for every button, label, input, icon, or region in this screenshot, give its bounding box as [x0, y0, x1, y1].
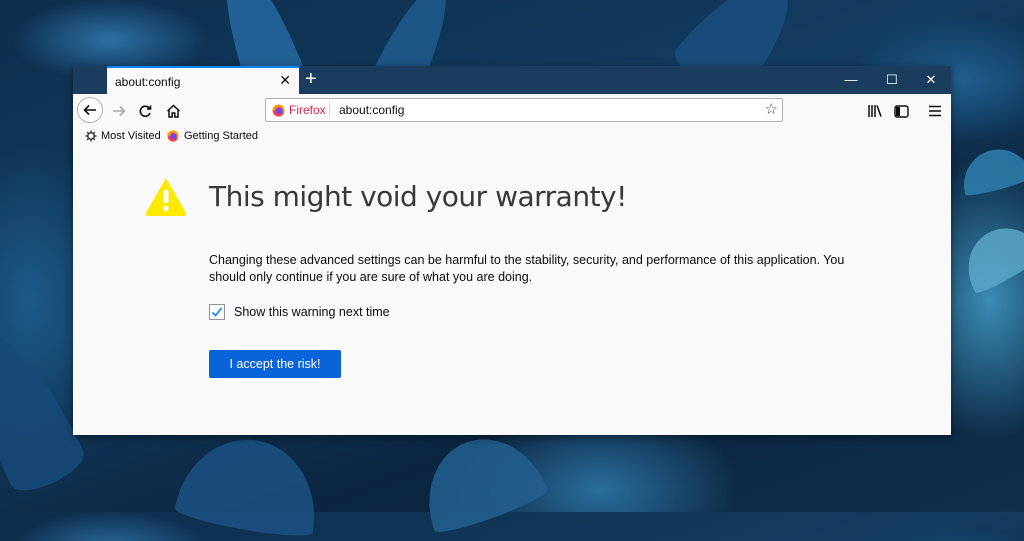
- checkmark-icon: [211, 307, 223, 317]
- firefox-icon: [167, 130, 179, 142]
- tab-close-icon[interactable]: ✕: [279, 72, 291, 89]
- bookmark-getting-started[interactable]: Getting Started: [167, 130, 258, 142]
- minimize-icon[interactable]: —: [831, 66, 871, 94]
- navigation-toolbar: Firefox about:config ☆: [73, 94, 951, 128]
- bookmark-most-visited[interactable]: Most Visited: [85, 130, 161, 142]
- sidebar-icon: [893, 104, 909, 118]
- title-bar: about:config ✕ + — ☐ ✕: [73, 66, 951, 94]
- warning-description: Changing these advanced settings can be …: [209, 253, 845, 284]
- accept-risk-button[interactable]: I accept the risk!: [209, 350, 341, 378]
- tab-about-config[interactable]: about:config ✕: [107, 66, 299, 94]
- browser-window: about:config ✕ + — ☐ ✕ Firefox about:con…: [73, 66, 951, 435]
- identity-box[interactable]: Firefox: [272, 99, 326, 121]
- url-separator: [329, 102, 330, 118]
- warning-page: This might void your warranty! Changing …: [73, 148, 951, 435]
- reload-icon: [139, 105, 152, 117]
- forward-button[interactable]: [105, 98, 133, 124]
- bookmark-label: Getting Started: [184, 130, 258, 142]
- page-title: This might void your warranty!: [209, 180, 627, 213]
- firefox-icon: [272, 103, 285, 117]
- url-text[interactable]: about:config: [339, 103, 404, 117]
- gear-icon: [85, 130, 97, 142]
- tab-title: about:config: [115, 75, 181, 89]
- sidebar-button[interactable]: [887, 98, 915, 124]
- library-icon: [868, 105, 882, 117]
- library-button[interactable]: [861, 98, 889, 124]
- arrow-right-icon: [113, 105, 126, 117]
- warning-icon: [145, 179, 187, 216]
- show-warning-checkbox-row[interactable]: Show this warning next time: [209, 304, 390, 320]
- background-leaf: [173, 428, 327, 541]
- new-tab-plus-icon[interactable]: +: [305, 67, 317, 91]
- background-leaf: [409, 421, 551, 539]
- url-bar[interactable]: Firefox about:config ☆: [265, 98, 783, 122]
- bookmarks-toolbar: Most Visited Getting Started: [73, 128, 951, 149]
- window-close-icon[interactable]: ✕: [911, 66, 951, 94]
- home-icon: [166, 104, 180, 118]
- menu-button[interactable]: [921, 98, 949, 124]
- bookmark-star-icon[interactable]: ☆: [765, 100, 778, 118]
- back-button[interactable]: [77, 97, 103, 123]
- identity-label: Firefox: [289, 103, 326, 117]
- reload-button[interactable]: [131, 98, 159, 124]
- maximize-icon[interactable]: ☐: [872, 66, 912, 94]
- bookmark-label: Most Visited: [101, 130, 161, 142]
- arrow-left-icon: [83, 104, 96, 116]
- checkbox-label: Show this warning next time: [234, 305, 390, 319]
- background-leaf: [952, 213, 1024, 297]
- home-button[interactable]: [159, 98, 187, 124]
- show-warning-checkbox[interactable]: [209, 304, 225, 320]
- background-leaf: [956, 141, 1024, 199]
- hamburger-menu-icon: [929, 105, 941, 117]
